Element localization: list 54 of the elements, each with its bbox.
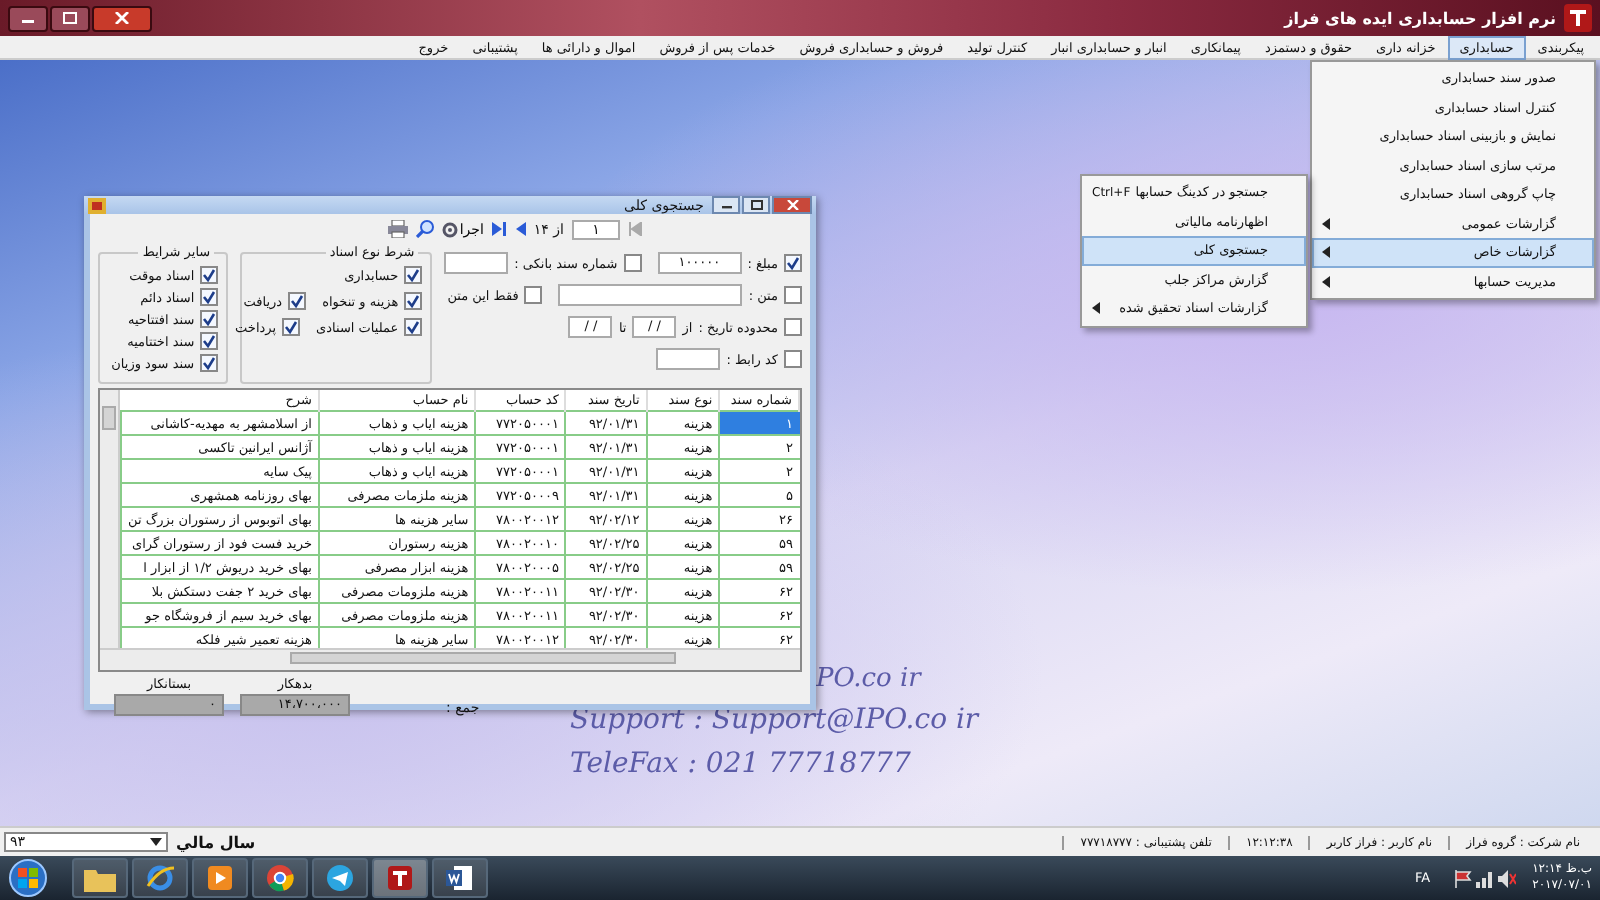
checkbox[interactable] <box>288 292 307 310</box>
start-button[interactable] <box>8 858 48 898</box>
minimize-button[interactable] <box>712 196 740 214</box>
checkbox[interactable] <box>282 318 301 336</box>
last-page-icon[interactable] <box>491 222 506 236</box>
minimize-icon <box>719 200 733 210</box>
paper-plane-taskbar-icon[interactable] <box>312 858 368 898</box>
close-icon <box>785 200 799 210</box>
checkbox[interactable] <box>200 310 219 328</box>
checkbox[interactable] <box>784 286 802 304</box>
close-icon <box>114 12 130 24</box>
browser-taskbar-icon[interactable] <box>132 858 188 898</box>
network-icon[interactable] <box>1476 869 1495 887</box>
checkbox[interactable] <box>200 266 219 284</box>
chrome-taskbar-icon[interactable] <box>252 858 308 898</box>
checkbox[interactable] <box>784 254 802 272</box>
app-taskbar-icon[interactable] <box>372 858 428 898</box>
printer-icon[interactable] <box>387 220 408 238</box>
close-button[interactable] <box>92 5 152 31</box>
fiscal-year-label: سال مالي <box>176 833 256 851</box>
checkbox[interactable] <box>200 354 219 372</box>
maximize-icon <box>62 12 78 24</box>
document-taskbar-icon[interactable] <box>432 858 488 898</box>
previous-page-icon[interactable] <box>513 222 526 236</box>
input-field[interactable] <box>444 252 509 274</box>
vertical-scrollbar[interactable] <box>100 390 120 648</box>
media-player-taskbar-icon[interactable] <box>192 858 248 898</box>
maximize-icon <box>749 200 763 210</box>
checkbox[interactable] <box>200 332 219 350</box>
checkbox[interactable] <box>404 292 423 310</box>
input-field[interactable] <box>656 348 721 370</box>
dialog-icon <box>88 196 106 214</box>
telefax-text: TeleFax : 021 77718777 <box>570 746 911 784</box>
dropdown-arrow-icon <box>150 838 162 846</box>
checkbox[interactable] <box>784 318 802 336</box>
flag-icon[interactable] <box>1454 869 1473 887</box>
folder-taskbar-icon[interactable] <box>72 858 128 898</box>
minimize-button[interactable] <box>8 5 48 31</box>
checkbox[interactable] <box>524 286 543 304</box>
checkbox[interactable] <box>784 350 802 368</box>
checkbox[interactable] <box>404 266 423 284</box>
search-icon[interactable] <box>415 220 434 238</box>
checkbox[interactable] <box>404 318 423 336</box>
checkbox[interactable] <box>200 288 219 306</box>
horizontal-scrollbar[interactable] <box>100 648 800 670</box>
website-text: PO.co ir <box>816 664 921 694</box>
checkbox[interactable] <box>623 254 642 272</box>
speaker-icon[interactable] <box>1498 869 1517 887</box>
input-field[interactable] <box>558 284 743 306</box>
window-title: نرم افزار حسابداری ایده های فراز <box>1284 9 1556 27</box>
support-email-text: Support : Support@IPO.co ir <box>570 702 979 740</box>
maximize-button[interactable] <box>50 5 90 31</box>
maximize-button[interactable] <box>742 196 770 214</box>
app-logo-icon <box>1564 4 1592 32</box>
